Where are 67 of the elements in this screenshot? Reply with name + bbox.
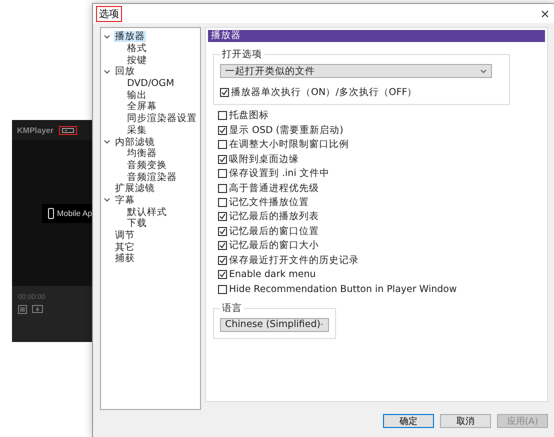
- open-mode-dropdown[interactable]: 一起打开类似的文件: [220, 64, 492, 78]
- tree-item[interactable]: 捕获: [114, 253, 136, 264]
- chevron-icon[interactable]: [104, 198, 110, 202]
- checkbox-label: Enable dark menu: [229, 269, 316, 280]
- checkbox[interactable]: [218, 184, 227, 192]
- tree-item[interactable]: 均衡器: [126, 148, 158, 160]
- checkbox-label: 保存最近打开文件的历史记录: [229, 254, 359, 267]
- player-title: KMPlayer: [17, 126, 54, 134]
- tree-item[interactable]: 按键: [126, 54, 148, 66]
- checkbox[interactable]: [218, 154, 227, 164]
- checkbox[interactable]: [218, 198, 227, 207]
- checkbox-label: 记忆文件播放位置: [229, 196, 309, 209]
- checkbox-label: 高于普通进程优先级: [229, 182, 319, 195]
- dialog-button[interactable]: 确定: [383, 414, 434, 428]
- dialog-button[interactable]: 取消: [440, 414, 491, 428]
- checkbox[interactable]: [218, 169, 227, 178]
- tree-item[interactable]: DVD/OGM: [126, 78, 176, 90]
- checkbox-label: 在调整大小时限制窗口比例: [229, 138, 349, 152]
- tree-item[interactable]: 输出: [126, 90, 148, 101]
- tree-item[interactable]: 扩展滤镜: [114, 183, 156, 194]
- checkbox-label: 保存设置到 .ini 文件中: [229, 167, 330, 180]
- checkbox-label: 记忆最后的窗口大小: [229, 239, 319, 252]
- checkbox[interactable]: [218, 284, 227, 294]
- chevron-icon[interactable]: [104, 70, 110, 74]
- chevron-icon[interactable]: [104, 34, 110, 39]
- caret-icon: [480, 68, 487, 74]
- checkbox-label: 播放器单次执行（ON）/多次执行（OFF）: [231, 86, 418, 99]
- tree-item[interactable]: 采集: [126, 124, 148, 136]
- checkbox-label: 显示 OSD (需要重新启动): [229, 124, 344, 137]
- tree-item[interactable]: 全屏幕: [126, 101, 158, 112]
- download-icon[interactable]: [32, 305, 43, 313]
- close-icon[interactable]: [541, 10, 549, 18]
- checkbox[interactable]: [218, 226, 227, 236]
- tree-item[interactable]: 回放: [114, 66, 136, 78]
- checkbox[interactable]: [218, 212, 227, 222]
- checkbox-label: Hide Recommendation Button in Player Window: [229, 284, 457, 295]
- phone-icon: [48, 208, 54, 218]
- tree-item[interactable]: 字幕: [114, 194, 136, 206]
- checkbox[interactable]: [218, 256, 227, 265]
- language-dropdown[interactable]: Chinese (Simplified): [220, 318, 329, 332]
- tree-item[interactable]: 调节: [114, 230, 136, 242]
- tree-item[interactable]: 下载: [126, 218, 148, 230]
- mini-window-icon[interactable]: [62, 128, 74, 132]
- checkbox[interactable]: [218, 126, 227, 135]
- chevron-icon[interactable]: [104, 140, 110, 144]
- checkbox-label: 吸附到桌面边缘: [229, 152, 299, 166]
- group-label: 语言: [221, 302, 243, 315]
- tree-item[interactable]: 其它: [114, 242, 136, 253]
- tree-item[interactable]: 播放器: [114, 31, 146, 42]
- checkbox[interactable]: [218, 111, 227, 120]
- checkbox-label: 托盘图标: [229, 109, 269, 122]
- section-header: 播放器: [208, 30, 545, 42]
- dialog-title: 选项: [96, 6, 122, 22]
- tree-item[interactable]: 同步渲染器设置: [126, 113, 198, 124]
- checkbox[interactable]: [218, 140, 227, 150]
- tree-item[interactable]: 内部滤镜: [114, 136, 156, 148]
- tree-item[interactable]: 格式: [126, 43, 148, 54]
- checkbox[interactable]: [218, 270, 227, 280]
- list-icon[interactable]: [18, 305, 27, 314]
- group-label: 打开选项: [221, 48, 263, 61]
- tree-item[interactable]: 默认样式: [126, 206, 168, 218]
- tree-item[interactable]: 音频渲染器: [126, 172, 178, 183]
- checkbox-label: 记忆最后的播放列表: [229, 210, 319, 224]
- checkbox[interactable]: [220, 88, 229, 97]
- tree-item[interactable]: 音频变换: [126, 160, 168, 171]
- checkbox[interactable]: [218, 241, 227, 250]
- checkbox-label: 记忆最后的窗口位置: [229, 224, 319, 238]
